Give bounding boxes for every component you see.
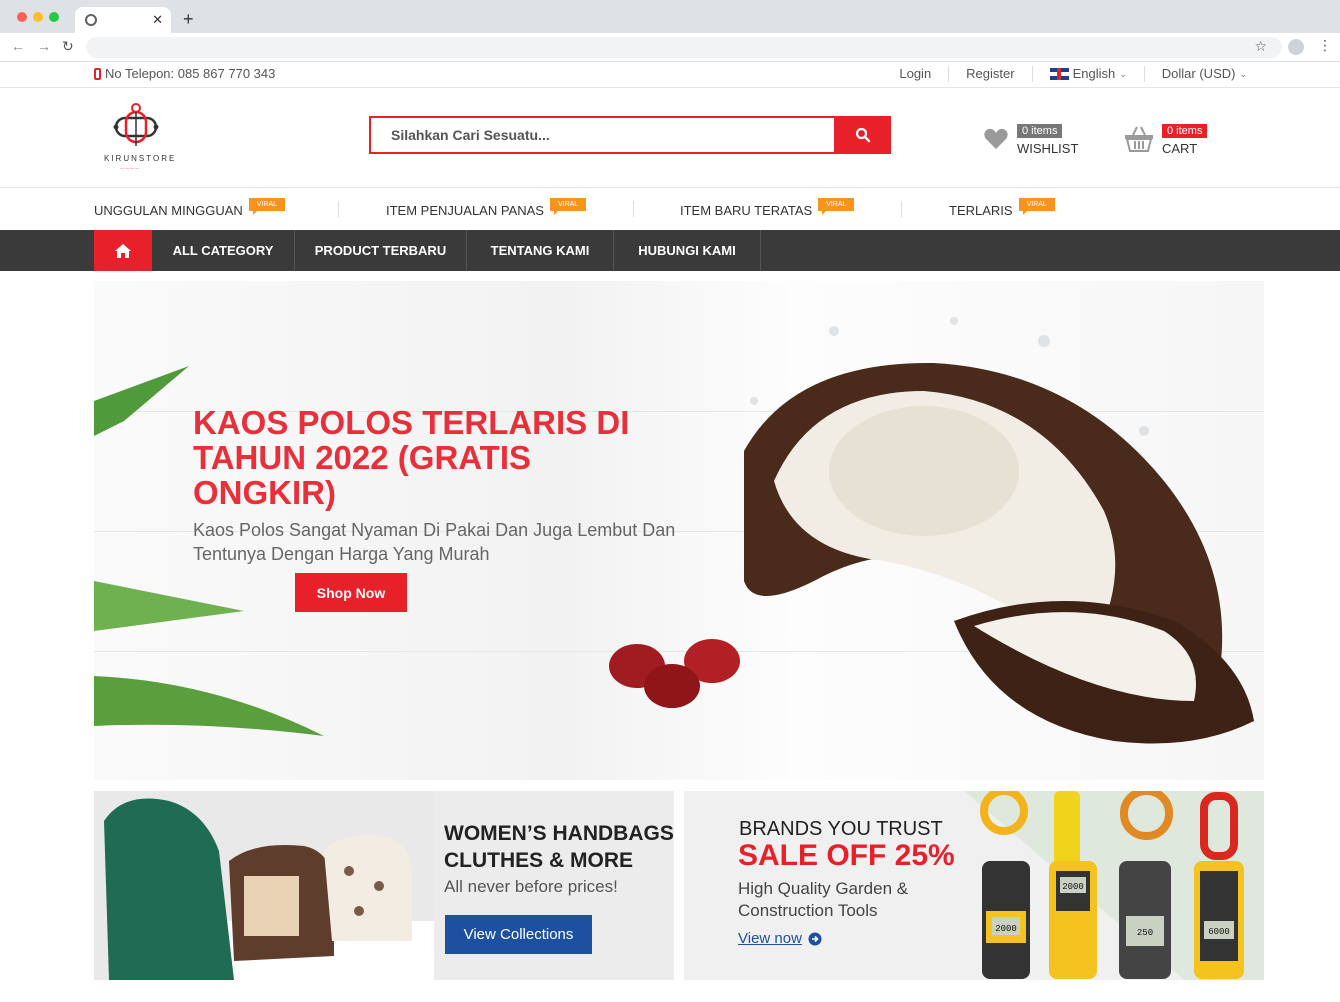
banner-subtitle: All never before prices! (444, 877, 618, 896)
search-bar (369, 116, 891, 154)
device-reading: 2000 (1062, 882, 1084, 892)
divider (633, 201, 634, 217)
tools-sale-banner[interactable]: BRANDS YOU TRUST SALE OFF 25% High Quali… (684, 791, 1264, 980)
more-menu-icon[interactable]: ⋮ (1318, 37, 1332, 54)
arrow-right-circle-icon (808, 932, 822, 945)
wishlist-widget[interactable]: 0 items WISHLIST (983, 121, 1078, 156)
uk-flag-icon (1049, 68, 1069, 80)
category-unggulan-mingguan[interactable]: UNGGULAN MINGGUAN VIRAL (94, 198, 286, 218)
device-reading: 2000 (995, 924, 1017, 934)
register-label: Register (966, 66, 1015, 81)
register-link[interactable]: Register (948, 66, 1031, 82)
phone-info: No Telepon: 085 867 770 343 (94, 66, 275, 81)
category-label: ITEM BARU TERATAS (680, 203, 813, 218)
close-icon[interactable]: ✕ (152, 12, 163, 28)
divider (901, 201, 902, 217)
login-link[interactable]: Login (882, 66, 948, 82)
maximize-window-button[interactable] (49, 12, 59, 22)
category-label: UNGGULAN MINGGUAN (94, 203, 243, 218)
device-reading: 6000 (1208, 927, 1230, 937)
hero-subtitle: Kaos Polos Sangat Nyaman Di Pakai Dan Ju… (193, 520, 676, 564)
nav-product-terbaru[interactable]: PRODUCT TERBARU (295, 230, 467, 271)
browser-chrome: ✕ + ← → ↻ ☆ ⋮ (0, 0, 1340, 62)
nav-hubungi-kami[interactable]: HUBUNGI KAMI (614, 230, 761, 271)
chrome-icon (85, 14, 97, 26)
device-reading: 250 (1137, 928, 1153, 938)
logo-text: KIRUNSTORE (104, 154, 177, 163)
banner-title-line: CLUTHES & MORE (444, 849, 633, 872)
viral-badge: VIRAL (248, 198, 286, 215)
main-navigation: ALL CATEGORY PRODUCT TERBARU TENTANG KAM… (0, 230, 1340, 271)
back-icon[interactable]: ← (11, 38, 25, 54)
view-now-link[interactable]: View now (738, 930, 822, 947)
language-label: English (1072, 66, 1116, 81)
category-terlaris[interactable]: TERLARIS VIRAL (949, 198, 1055, 218)
top-bar: No Telepon: 085 867 770 343 Login Regist… (0, 62, 1340, 88)
category-label: TERLARIS (949, 203, 1013, 218)
banner-heading: BRANDS YOU TRUST (739, 818, 943, 840)
logo-tagline: — — — — (120, 165, 140, 170)
chevron-down-icon: ⌄ (1119, 69, 1127, 79)
basket-icon (1125, 126, 1153, 152)
description-line: High Quality Garden & (738, 879, 909, 898)
profile-avatar-icon[interactable] (1288, 39, 1304, 55)
description-line: Construction Tools (738, 901, 878, 920)
home-button[interactable] (94, 230, 152, 271)
view-collections-button[interactable]: View Collections (445, 915, 592, 954)
wishlist-count: 0 items (1017, 124, 1063, 138)
viral-badge: VIRAL (818, 198, 855, 215)
banner-title-line: WOMEN’S HANDBAGS (444, 822, 674, 845)
viral-badge: VIRAL (1018, 198, 1055, 215)
handbags-banner[interactable]: WOMEN’S HANDBAGS CLUTHES & MORE All neve… (94, 791, 674, 980)
minimize-window-button[interactable] (33, 12, 43, 22)
nav-all-category[interactable]: ALL CATEGORY (152, 230, 295, 271)
language-selector[interactable]: English ⌄ (1031, 66, 1144, 82)
shop-now-button[interactable]: Shop Now (295, 573, 407, 612)
search-icon (855, 127, 870, 143)
search-input[interactable] (369, 116, 834, 154)
bookmark-star-icon[interactable]: ☆ (1254, 38, 1267, 55)
category-item-baru-teratas[interactable]: ITEM BARU TERATAS VIRAL (680, 198, 855, 218)
currency-label: Dollar (USD) (1161, 66, 1236, 81)
chevron-down-icon: ⌄ (1239, 69, 1247, 79)
category-item-penjualan-panas[interactable]: ITEM PENJUALAN PANAS VIRAL (386, 198, 587, 218)
phone-icon (94, 67, 101, 80)
currency-selector[interactable]: Dollar (USD) ⌄ (1143, 66, 1264, 82)
handbags-image (94, 791, 434, 980)
cart-widget[interactable]: 0 items CART (1124, 121, 1208, 156)
nav-tentang-kami[interactable]: TENTANG KAMI (467, 230, 614, 271)
viral-badge: VIRAL (549, 198, 587, 215)
hero-title: KAOS POLOS TERLARIS DI TAHUN 2022 (GRATI… (193, 404, 630, 511)
browser-toolbar: ← → ↻ ☆ ⋮ (0, 33, 1340, 62)
divider (338, 201, 339, 217)
home-icon (115, 243, 131, 258)
sale-text: SALE OFF 25% (738, 839, 955, 872)
cart-count: 0 items (1162, 124, 1208, 138)
banner-description: High Quality Garden & Construction Tools (738, 878, 908, 922)
search-button[interactable] (834, 116, 891, 154)
multimeter-image: 2000 2000 250 6000 (964, 791, 1264, 980)
close-window-button[interactable] (17, 12, 27, 22)
phone-text: No Telepon: 085 867 770 343 (105, 66, 276, 81)
top-links: Login Register English ⌄ Dollar (USD) ⌄ (882, 66, 1264, 82)
banner-title: WOMEN’S HANDBAGS CLUTHES & MORE (444, 820, 674, 874)
login-label: Login (899, 66, 932, 81)
hero-slider: KAOS POLOS TERLARIS DI TAHUN 2022 (GRATI… (94, 281, 1264, 780)
heart-icon (984, 128, 1008, 149)
site-header: KIRUNSTORE — — — — 0 items WISHLIST (0, 88, 1340, 188)
featured-category-row: UNGGULAN MINGGUAN VIRAL ITEM PENJUALAN P… (0, 188, 1340, 230)
new-tab-button[interactable]: + (183, 9, 194, 30)
wishlist-label: WISHLIST (1017, 141, 1079, 156)
browser-tab[interactable]: ✕ (75, 7, 171, 33)
address-bar[interactable]: ☆ (86, 37, 1282, 58)
category-label: ITEM PENJUALAN PANAS (386, 203, 544, 218)
reload-icon[interactable]: ↻ (62, 38, 74, 55)
view-now-label: View now (738, 930, 802, 947)
forward-icon[interactable]: → (37, 38, 51, 54)
cart-label: CART (1162, 141, 1198, 156)
window-controls (17, 12, 59, 22)
